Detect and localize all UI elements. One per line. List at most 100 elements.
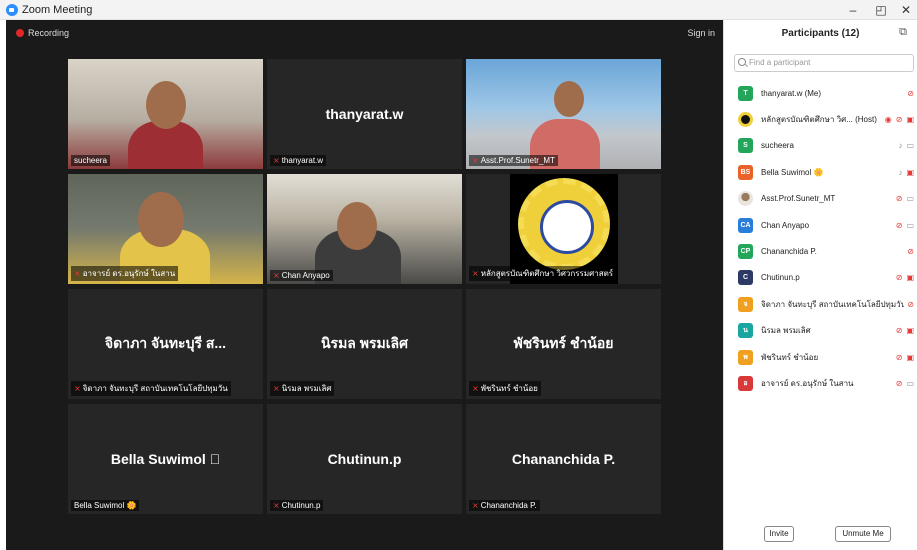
participant-name: หลักสูตรบัณฑิตศึกษา วิศ... (Host): [761, 115, 877, 125]
video-icon: ▭: [906, 194, 914, 204]
tile-display-name: จิดาภา จันทะบุรี ส...: [104, 335, 227, 351]
video-tile[interactable]: ⨯ Chan Anyapo: [267, 174, 462, 284]
sign-in-button[interactable]: Sign in: [687, 28, 715, 38]
recording-indicator[interactable]: Recording: [16, 28, 69, 38]
unmute-me-button[interactable]: Unmute Me: [835, 526, 891, 542]
video-tile[interactable]: ⨯ หลักสูตรบัณฑิตศึกษา วิศวกรรมศาสตร์: [466, 174, 661, 284]
tile-name-text: Chutinun.p: [281, 501, 321, 510]
video-icon: ▭: [906, 141, 914, 151]
participant-status-icons: ⊘ ▭: [896, 221, 914, 230]
participant-search-input[interactable]: Find a participant: [734, 54, 914, 72]
avatar: C: [738, 270, 753, 286]
participant-row[interactable]: Ssucheera ♪ ▭: [738, 133, 914, 159]
tile-name-text: Chan Anyapo: [281, 271, 330, 280]
avatar: CA: [738, 217, 753, 233]
video-tile[interactable]: Bella Suwimol ⃞ Bella Suwimol 🌼: [68, 404, 263, 514]
tile-name-label: ⨯ Asst.Prof.Sunetr_MT: [469, 155, 558, 166]
mic-off-icon: ⊘: [895, 273, 903, 283]
tile-display-name: Chutinun.p: [327, 451, 402, 467]
participant-list: Tthanyarat.w (Me) ⊘ หลักสูตรบัณฑิตศึกษา วิ…: [738, 80, 914, 397]
tile-name-text: หลักสูตรบัณฑิตศึกษา วิศวกรรมศาสตร์: [480, 269, 614, 278]
mic-off-icon: ⊘: [895, 352, 903, 362]
participants-title: Participants (12): [781, 28, 860, 39]
video-tile[interactable]: จิดาภา จันทะบุรี ส... ⨯ จิดาภา จันทะบุรี ส…: [68, 289, 263, 399]
close-button[interactable]: ✕: [899, 2, 913, 18]
participant-status-icons: ⊘: [907, 300, 914, 309]
recording-label: Recording: [28, 28, 70, 38]
avatar: น: [738, 323, 753, 339]
participant-row[interactable]: C Chutinun.p ⊘ ▣: [738, 265, 914, 291]
mic-off-icon: ⊘: [907, 299, 914, 309]
participant-row[interactable]: Asst.Prof.Sunetr_MT ⊘ ▭: [738, 186, 914, 212]
mic-off-icon: ⊘: [895, 378, 903, 388]
avatar: จ: [738, 296, 753, 312]
mic-off-icon: ⨯: [472, 269, 479, 278]
tile-name-label: ⨯ thanyarat.w: [270, 155, 327, 166]
avatar: CP: [738, 244, 753, 260]
tile-name-label: Bella Suwimol 🌼: [71, 500, 140, 511]
participant-status-icons: ♪ ▣: [898, 168, 914, 177]
tile-name-label: ⨯ พัชรินทร์ ชำน้อย: [469, 381, 541, 396]
video-off-icon: ▣: [906, 273, 914, 283]
participant-name: Bella Suwimol 🌼: [761, 167, 824, 177]
video-off-icon: ▣: [906, 326, 914, 336]
video-icon: ▭: [906, 220, 914, 230]
mic-off-icon: ⨯: [273, 501, 280, 510]
participant-status-icons: ⊘: [907, 89, 914, 98]
participant-status-icons: ◉ ⊘ ▣: [885, 115, 914, 124]
mic-icon: ♪: [898, 141, 903, 151]
participant-row[interactable]: Tthanyarat.w (Me) ⊘: [738, 80, 914, 106]
record-icon: ◉: [884, 115, 892, 125]
avatar: T: [738, 85, 753, 101]
participant-status-icons: ⊘ ▣: [896, 273, 914, 282]
video-tile[interactable]: thanyarat.w ⨯ thanyarat.w: [267, 59, 462, 169]
participant-row[interactable]: CA Chan Anyapo ⊘ ▭: [738, 212, 914, 238]
participant-status-icons: ⊘ ▭: [896, 194, 914, 203]
video-tile[interactable]: นิรมล พรมเลิศ ⨯ นิรมล พรมเลิศ: [267, 289, 462, 399]
avatar: พ: [738, 349, 753, 365]
minimize-button[interactable]: –: [846, 2, 860, 18]
invite-button[interactable]: Invite: [764, 526, 794, 542]
video-tile[interactable]: sucheera: [68, 59, 263, 169]
participant-row[interactable]: หลักสูตรบัณฑิตศึกษา วิศ... (Host) ◉ ⊘ ▣: [738, 106, 914, 132]
tile-name-text: Chananchida P.: [480, 501, 537, 510]
participant-row[interactable]: จ จิดาภา จันทะบุรี สถาบันเทคโนโลยีปทุมวัน…: [738, 291, 914, 317]
video-tile[interactable]: พัชรินทร์ ชำน้อย ⨯ พัชรินทร์ ชำน้อย: [466, 289, 661, 399]
window-title: Zoom Meeting: [22, 4, 93, 16]
search-placeholder: Find a participant: [749, 58, 811, 67]
tile-name-text: จิดาภา จันทะบุรี สถาบันเทคโนโลยีปทุมวัน: [82, 384, 228, 393]
mic-off-icon: ⨯: [74, 269, 81, 278]
participant-name: Chananchida P.: [761, 247, 817, 257]
participant-status-icons: ♪ ▭: [898, 141, 914, 150]
tile-display-name: Chananchida P.: [511, 451, 616, 467]
participant-video-head: [138, 192, 184, 248]
mic-off-icon: ⨯: [74, 384, 81, 393]
avatar: อ: [738, 375, 753, 391]
mic-off-icon: ⊘: [895, 220, 903, 230]
tile-display-name: พัชรินทร์ ชำน้อย: [513, 335, 614, 351]
tile-name-label: ⨯ อาจารย์ ดร.อนุรักษ์ ในสาน: [71, 266, 179, 281]
title-bar: Zoom Meeting – ◰ ✕: [0, 0, 917, 20]
tile-display-name: นิรมล พรมเลิศ: [320, 335, 408, 351]
mic-off-icon: ⨯: [273, 271, 280, 280]
host-avatar: [738, 112, 753, 128]
popout-icon[interactable]: ⧉: [899, 26, 907, 39]
participant-row[interactable]: พ พัชรินทร์ ชำน้อย ⊘ ▣: [738, 344, 914, 370]
participant-row[interactable]: BS Bella Suwimol 🌼 ♪ ▣: [738, 159, 914, 185]
video-off-icon: ▣: [906, 352, 914, 362]
tile-name-text: thanyarat.w: [281, 156, 324, 165]
video-tile[interactable]: ⨯ Asst.Prof.Sunetr_MT: [466, 59, 661, 169]
tile-name-label: ⨯ หลักสูตรบัณฑิตศึกษา วิศวกรรมศาสตร์: [469, 266, 617, 281]
participant-name: อาจารย์ ดร.อนุรักษ์ ในสาน: [761, 378, 854, 388]
tile-name-label: sucheera: [71, 155, 110, 166]
video-tile[interactable]: Chananchida P. ⨯ Chananchida P.: [466, 404, 661, 514]
tile-name-label: ⨯ Chananchida P.: [469, 500, 540, 511]
participant-name: Asst.Prof.Sunetr_MT: [761, 194, 836, 204]
participant-row[interactable]: CP Chananchida P. ⊘: [738, 238, 914, 264]
restore-button[interactable]: ◰: [874, 2, 888, 18]
video-tile[interactable]: Chutinun.p ⨯ Chutinun.p: [267, 404, 462, 514]
participant-video-head: [554, 81, 584, 117]
participant-row[interactable]: น นิรมล พรมเลิศ ⊘ ▣: [738, 318, 914, 344]
participant-row[interactable]: อ อาจารย์ ดร.อนุรักษ์ ในสาน ⊘ ▭: [738, 370, 914, 396]
video-tile[interactable]: ⨯ อาจารย์ ดร.อนุรักษ์ ในสาน: [68, 174, 263, 284]
